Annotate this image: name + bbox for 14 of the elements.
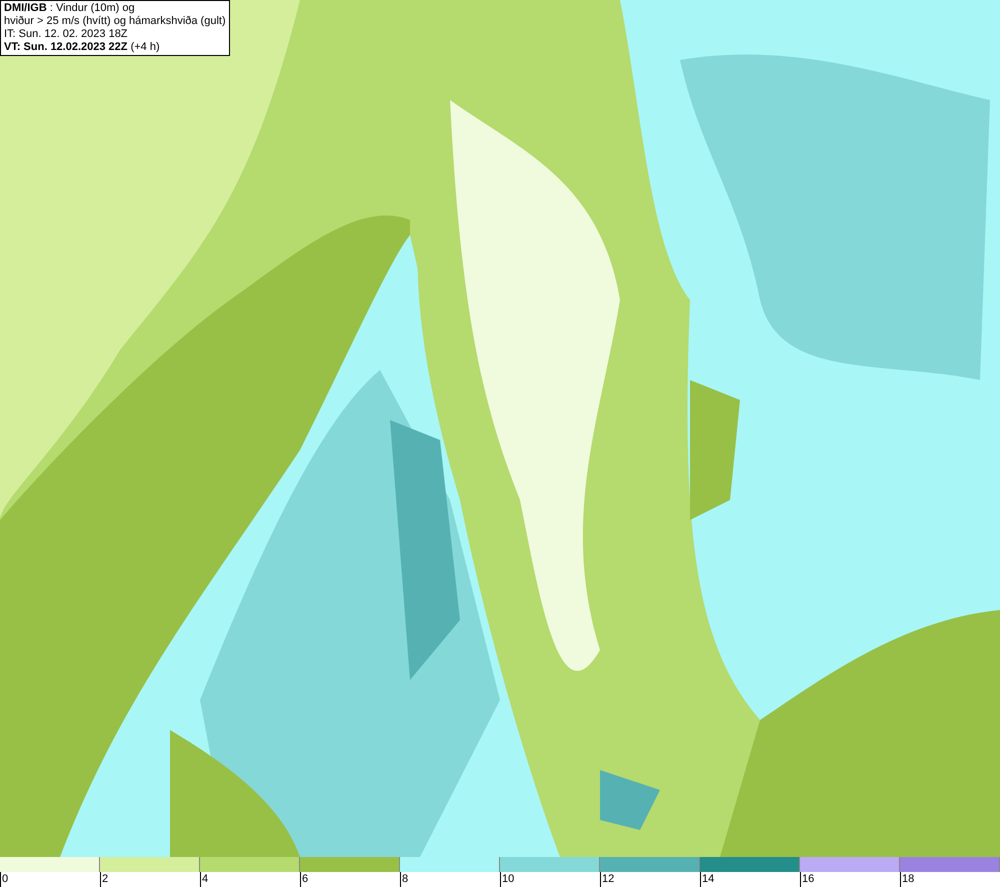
info-text: hviður > 25 m/s (hvítt) og hámarkshviða (gult)	[4, 15, 226, 28]
legend-tick-label: 18	[900, 872, 1000, 887]
legend-tick-label: 14	[700, 872, 800, 887]
legend-tick-label: 12	[600, 872, 700, 887]
info-text: VT: Sun. 12.02.2023 22Z (+4 h)	[4, 41, 161, 54]
info-text: DMI/IGB : Vindur (10m) og	[4, 2, 136, 15]
info-text: IT: Sun. 12. 02. 2023 18Z	[4, 28, 129, 41]
legend-tick-label: 6	[300, 872, 400, 887]
legend-tick-label: 0	[0, 872, 100, 887]
legend-tick-label: 16	[800, 872, 900, 887]
legend-tick-label: 2	[100, 872, 200, 887]
legend-tick-label: 4	[200, 872, 300, 887]
legend-tick-label: 10	[500, 872, 600, 887]
legend-tick-label: 8	[400, 872, 500, 887]
